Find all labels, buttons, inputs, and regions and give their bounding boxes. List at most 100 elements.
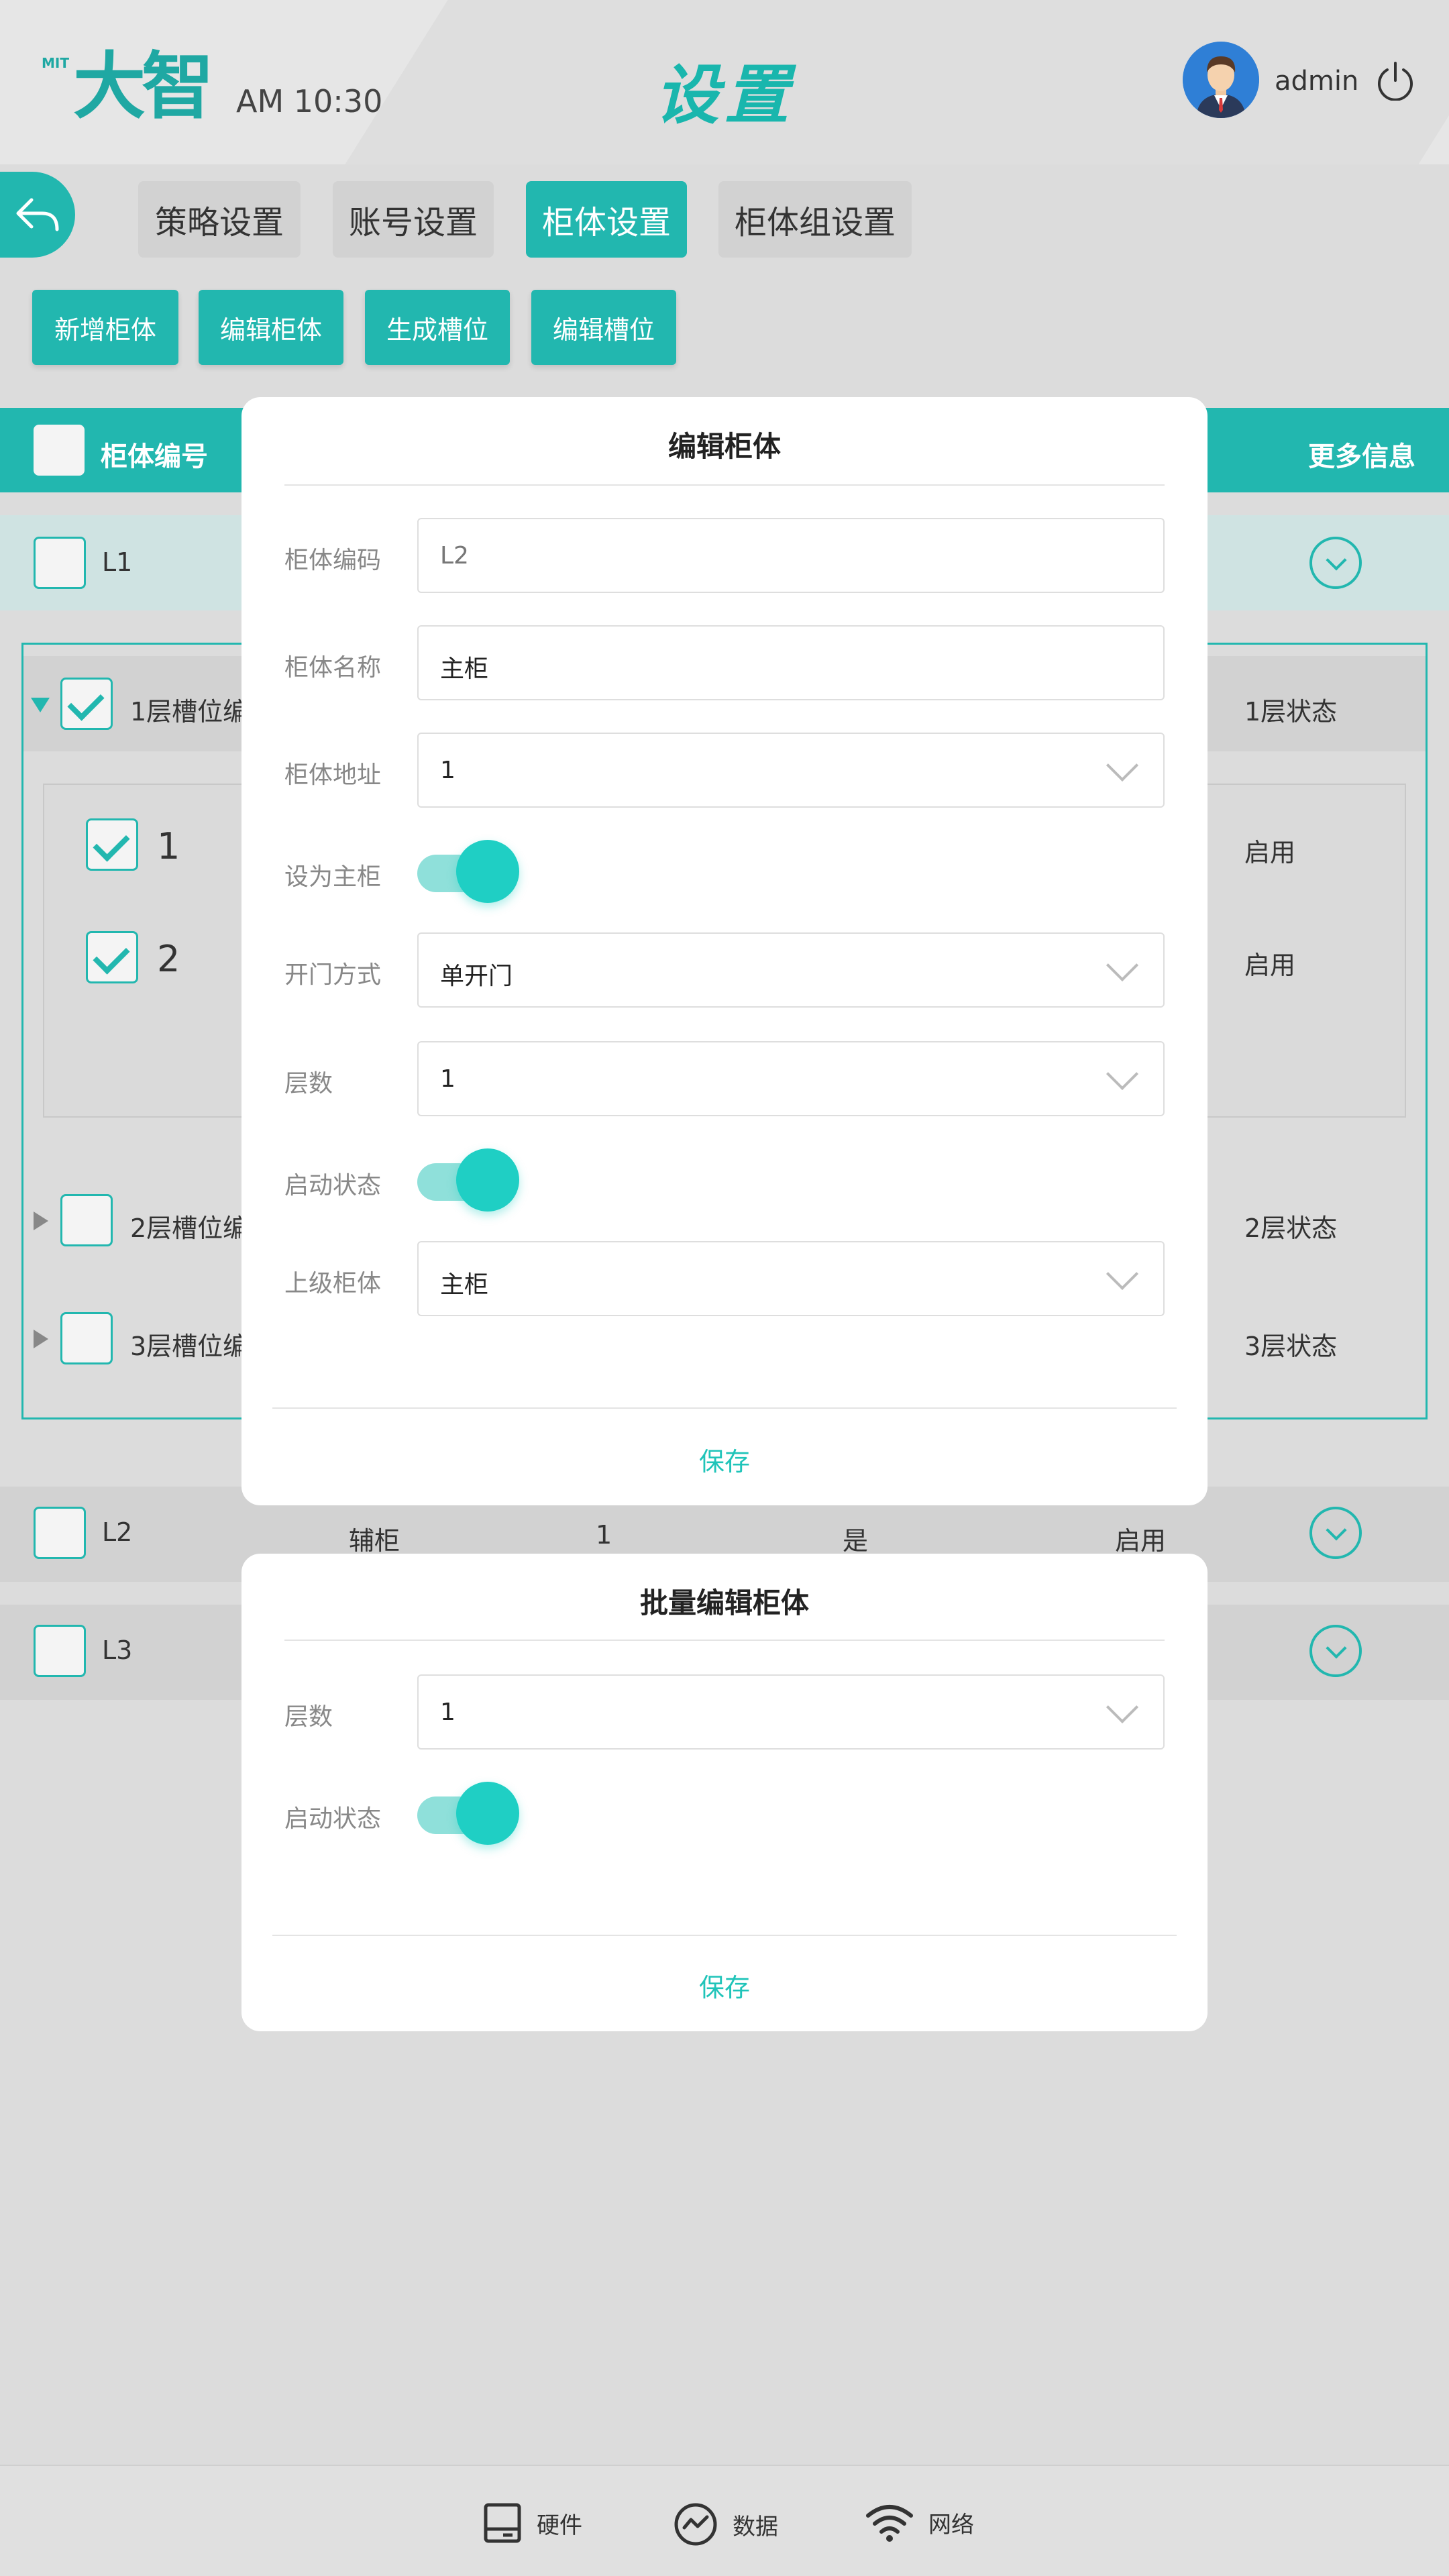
batch-save-button[interactable]: 保存	[241, 1967, 1208, 2004]
batch-layers-select[interactable]: 1	[417, 1674, 1165, 1750]
slot-status: 启用	[1244, 951, 1296, 980]
expand-triangle-icon[interactable]	[34, 1212, 48, 1230]
back-arrow-icon	[16, 198, 59, 231]
tab-cabinet-group-settings[interactable]: 柜体组设置	[718, 181, 912, 258]
brand-logo: MIT 大智	[42, 43, 214, 129]
page-title: 设置	[655, 58, 794, 133]
row-status: 启用	[1115, 1526, 1167, 1556]
row-checkbox[interactable]	[34, 537, 86, 589]
back-button[interactable]	[0, 172, 75, 258]
footer-label: 网络	[928, 2511, 974, 2538]
slot-number: 1	[157, 825, 180, 867]
edit-cabinet-button[interactable]: 编辑柜体	[199, 290, 343, 365]
logo-text: 大智	[73, 45, 214, 129]
row-id: L2	[102, 1517, 133, 1547]
modal-title: 批量编辑柜体	[639, 1587, 809, 1619]
slot-number: 2	[157, 938, 180, 980]
modal-title: 编辑柜体	[667, 430, 781, 463]
expand-triangle-icon[interactable]	[34, 1330, 48, 1348]
modal-divider	[284, 484, 1165, 486]
parent-cabinet-value: 主柜	[440, 1271, 489, 1299]
layer-label: 2层槽位编	[130, 1214, 249, 1243]
layer-status: 3层状态	[1244, 1332, 1338, 1361]
select-all-checkbox[interactable]	[34, 425, 85, 476]
username-label: admin	[1275, 66, 1359, 97]
footer-item-hardware[interactable]: 硬件	[483, 2502, 582, 2544]
field-label: 开门方式	[284, 961, 382, 989]
field-label: 层数	[284, 1703, 333, 1731]
tab-strategy-settings[interactable]: 策略设置	[138, 181, 301, 258]
batch-layers-value: 1	[440, 1699, 455, 1726]
cabinet-code-input[interactable]: L2	[417, 518, 1165, 593]
tab-account-settings[interactable]: 账号设置	[333, 181, 494, 258]
cabinet-code-value: L2	[440, 542, 469, 570]
field-label: 柜体名称	[284, 654, 382, 682]
slot-checkbox[interactable]	[86, 931, 138, 983]
chevron-down-icon	[1106, 1257, 1139, 1291]
column-header-more: 更多信息	[1308, 441, 1415, 472]
enable-status-toggle[interactable]	[417, 1147, 521, 1212]
modal-divider	[272, 1407, 1177, 1409]
row-id: L3	[102, 1635, 133, 1665]
expand-chevron-icon[interactable]	[1309, 537, 1362, 589]
generate-slots-button[interactable]: 生成槽位	[365, 290, 510, 365]
set-main-cabinet-toggle[interactable]	[417, 839, 521, 903]
slot-status: 启用	[1244, 838, 1296, 867]
layer-checkbox[interactable]	[60, 1194, 113, 1246]
hardware-icon	[484, 2503, 521, 2543]
field-label: 启动状态	[284, 1805, 382, 1833]
parent-cabinet-select[interactable]: 主柜	[417, 1241, 1165, 1316]
footer-item-data[interactable]: 数据	[674, 2502, 778, 2546]
cabinet-name-input[interactable]: 主柜	[417, 625, 1165, 700]
layers-value: 1	[440, 1065, 455, 1093]
field-label: 设为主柜	[284, 863, 382, 891]
batch-edit-modal: 批量编辑柜体 层数 1 启动状态 保存	[241, 1554, 1208, 2031]
power-icon[interactable]	[1375, 60, 1415, 101]
layer-status: 1层状态	[1244, 697, 1338, 727]
wifi-icon	[866, 2505, 913, 2542]
door-mode-select[interactable]: 单开门	[417, 932, 1165, 1008]
add-cabinet-button[interactable]: 新增柜体	[32, 290, 178, 365]
layer-checkbox[interactable]	[60, 678, 113, 730]
cabinet-address-select[interactable]: 1	[417, 733, 1165, 808]
logo-mit-text: MIT	[42, 55, 69, 71]
save-button[interactable]: 保存	[241, 1441, 1208, 1478]
field-label: 柜体地址	[284, 761, 382, 789]
chevron-down-icon	[1106, 1690, 1139, 1724]
layers-select[interactable]: 1	[417, 1041, 1165, 1116]
footer-item-network[interactable]: 网络	[865, 2502, 974, 2542]
field-label: 层数	[284, 1070, 333, 1097]
field-label: 启动状态	[284, 1172, 382, 1199]
row-is-main: 是	[843, 1526, 869, 1556]
tab-cabinet-settings[interactable]: 柜体设置	[526, 181, 687, 258]
edit-cabinet-modal: 编辑柜体 柜体编码 L2 柜体名称 主柜 柜体地址 1 设为主柜 开门方式 单开…	[241, 397, 1208, 1505]
cabinet-name-value: 主柜	[440, 655, 489, 683]
row-checkbox[interactable]	[34, 1507, 86, 1559]
avatar-person-icon	[1183, 42, 1259, 118]
batch-enable-status-toggle[interactable]	[417, 1780, 521, 1845]
layer-status: 2层状态	[1244, 1214, 1338, 1243]
field-label: 柜体编码	[284, 547, 382, 574]
row-checkbox[interactable]	[34, 1625, 86, 1677]
avatar[interactable]	[1183, 42, 1259, 118]
data-icon	[674, 2503, 717, 2546]
edit-slots-button[interactable]: 编辑槽位	[531, 290, 676, 365]
layer-checkbox[interactable]	[60, 1312, 113, 1364]
row-name: 辅柜	[349, 1526, 400, 1556]
row-layers: 1	[596, 1520, 612, 1550]
column-header-id: 柜体编号	[101, 441, 208, 472]
modal-divider	[284, 1640, 1165, 1641]
modal-divider	[272, 1935, 1177, 1936]
row-id: L1	[102, 547, 133, 577]
footer-label: 数据	[733, 2513, 778, 2540]
expand-chevron-icon[interactable]	[1309, 1625, 1362, 1677]
door-mode-value: 单开门	[440, 963, 513, 990]
expand-chevron-icon[interactable]	[1309, 1507, 1362, 1559]
clock-time: AM 10:30	[236, 83, 383, 119]
slot-checkbox[interactable]	[86, 818, 138, 871]
collapse-triangle-icon[interactable]	[31, 698, 50, 712]
field-label: 上级柜体	[284, 1270, 382, 1297]
layer-label: 1层槽位编	[130, 697, 249, 727]
chevron-down-icon	[1106, 949, 1139, 982]
cabinet-address-value: 1	[440, 757, 455, 784]
